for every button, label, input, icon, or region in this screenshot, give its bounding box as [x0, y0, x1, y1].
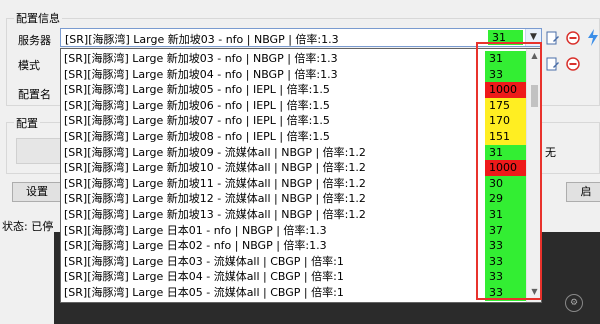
server-option-latency: 33: [485, 66, 526, 83]
server-option[interactable]: [SR][海豚湾] Large 新加坡11 - 流媒体all | NBGP | …: [61, 175, 527, 192]
server-option-name: [SR][海豚湾] Large 日本02 - nfo | NBGP | 倍率:1…: [64, 239, 327, 253]
server-label: 服务器: [18, 34, 51, 47]
server-option-name: [SR][海豚湾] Large 新加坡12 - 流媒体all | NBGP | …: [64, 192, 366, 206]
config-info-title: 配置信息: [14, 10, 62, 26]
config-name-label: 配置名: [18, 88, 51, 101]
server-option-name: [SR][海豚湾] Large 日本05 - 流媒体all | CBGP | 倍…: [64, 286, 344, 299]
edit-server-icon[interactable]: [546, 30, 560, 46]
server-option-name: [SR][海豚湾] Large 新加坡05 - nfo | IEPL | 倍率:…: [64, 83, 330, 97]
server-option-latency: 151: [485, 129, 526, 145]
scroll-down-icon[interactable]: ▼: [527, 287, 541, 299]
scrollbar-thumb[interactable]: [531, 85, 538, 107]
server-option-latency: 30: [485, 175, 526, 192]
right-status-label: 无: [545, 146, 556, 159]
server-option-latency: 31: [485, 207, 526, 223]
server-option[interactable]: [SR][海豚湾] Large 新加坡10 - 流媒体all | NBGP | …: [61, 160, 527, 176]
server-option[interactable]: [SR][海豚湾] Large 日本04 - 流媒体all | CBGP | 倍…: [61, 269, 527, 285]
server-option[interactable]: [SR][海豚湾] Large 新加坡07 - nfo | IEPL | 倍率:…: [61, 113, 527, 129]
server-dropdown-list[interactable]: [SR][海豚湾] Large 新加坡03 - nfo | NBGP | 倍率:…: [60, 48, 542, 303]
server-select-value: [SR][海豚湾] Large 新加坡03 - nfo | NBGP | 倍率:…: [65, 33, 339, 46]
server-option[interactable]: [SR][海豚湾] Large 日本05 - 流媒体all | CBGP | 倍…: [61, 285, 527, 301]
server-option-latency: 37: [485, 222, 526, 239]
server-select-latency: 31: [488, 30, 523, 45]
remove-mode-icon[interactable]: [566, 56, 580, 72]
server-option-latency: 33: [485, 285, 526, 301]
server-option[interactable]: [SR][海豚湾] Large 新加坡05 - nfo | IEPL | 倍率:…: [61, 82, 527, 98]
server-option-name: [SR][海豚湾] Large 日本03 - 流媒体all | CBGP | 倍…: [64, 254, 344, 268]
server-option-latency: 33: [485, 238, 526, 254]
mode-label: 模式: [18, 59, 40, 72]
server-select[interactable]: [SR][海豚湾] Large 新加坡03 - nfo | NBGP | 倍率:…: [60, 28, 542, 47]
server-options: [SR][海豚湾] Large 新加坡03 - nfo | NBGP | 倍率:…: [61, 49, 527, 302]
server-option-name: [SR][海豚湾] Large 新加坡10 - 流媒体all | NBGP | …: [64, 161, 366, 175]
server-option[interactable]: [SR][海豚湾] Large 新加坡12 - 流媒体all | NBGP | …: [61, 191, 527, 207]
remove-server-icon[interactable]: [566, 30, 580, 46]
server-option-latency: 170: [485, 113, 526, 129]
server-option[interactable]: [SR][海豚湾] Large 新加坡03 - nfo | NBGP | 倍率:…: [61, 51, 527, 67]
config-section-title: 配置: [14, 115, 40, 131]
server-option[interactable]: [SR][海豚湾] Large 新加坡09 - 流媒体all | NBGP | …: [61, 144, 527, 161]
server-option[interactable]: [SR][海豚湾] Large 新加坡08 - nfo | IEPL | 倍率:…: [61, 129, 527, 145]
server-option-latency: 29: [485, 191, 526, 207]
server-option-name: [SR][海豚湾] Large 新加坡09 - 流媒体all | NBGP | …: [64, 145, 366, 159]
server-option[interactable]: [SR][海豚湾] Large 新加坡04 - nfo | NBGP | 倍率:…: [61, 66, 527, 83]
server-option[interactable]: [SR][海豚湾] Large 日本02 - nfo | NBGP | 倍率:1…: [61, 238, 527, 254]
flash-icon[interactable]: [586, 28, 600, 46]
server-option[interactable]: [SR][海豚湾] Large 日本01 - nfo | NBGP | 倍率:1…: [61, 222, 527, 239]
server-option[interactable]: [SR][海豚湾] Large 新加坡06 - nfo | IEPL | 倍率:…: [61, 97, 527, 114]
scroll-up-icon[interactable]: ▲: [527, 51, 541, 63]
side-strip: [0, 232, 54, 324]
server-option-latency: 33: [485, 269, 526, 285]
server-option[interactable]: [SR][海豚湾] Large 日本03 - 流媒体all | CBGP | 倍…: [61, 253, 527, 270]
settings-button[interactable]: 设置: [12, 182, 62, 202]
start-button[interactable]: 启: [566, 182, 600, 202]
server-option-name: [SR][海豚湾] Large 日本04 - 流媒体all | CBGP | 倍…: [64, 270, 344, 284]
server-option-name: [SR][海豚湾] Large 新加坡06 - nfo | IEPL | 倍率:…: [64, 98, 330, 112]
config-inner-panel: [16, 138, 62, 164]
server-option-name: [SR][海豚湾] Large 新加坡13 - 流媒体all | NBGP | …: [64, 208, 366, 221]
server-option-latency: 175: [485, 97, 526, 114]
dropdown-scrollbar[interactable]: ▲ ▼: [526, 49, 541, 302]
edit-mode-icon[interactable]: [546, 56, 560, 72]
server-option-name: [SR][海豚湾] Large 日本01 - nfo | NBGP | 倍率:1…: [64, 223, 327, 237]
server-option[interactable]: [SR][海豚湾] Large 新加坡13 - 流媒体all | NBGP | …: [61, 207, 527, 223]
server-option-latency: 33: [485, 253, 526, 270]
server-option-latency: 1000: [485, 160, 526, 176]
server-option-name: [SR][海豚湾] Large 新加坡11 - 流媒体all | NBGP | …: [64, 176, 366, 190]
server-option-latency: 31: [485, 51, 526, 67]
server-option-latency: 31: [485, 144, 526, 161]
server-option-latency: 1000: [485, 82, 526, 98]
server-option-name: [SR][海豚湾] Large 新加坡08 - nfo | IEPL | 倍率:…: [64, 130, 330, 143]
logo-watermark-icon: ⚙: [565, 294, 583, 312]
server-option-name: [SR][海豚湾] Large 新加坡07 - nfo | IEPL | 倍率:…: [64, 114, 330, 128]
chevron-down-icon[interactable]: ▼: [525, 29, 541, 46]
server-option-name: [SR][海豚湾] Large 新加坡04 - nfo | NBGP | 倍率:…: [64, 67, 338, 81]
server-option-name: [SR][海豚湾] Large 新加坡03 - nfo | NBGP | 倍率:…: [64, 52, 338, 65]
